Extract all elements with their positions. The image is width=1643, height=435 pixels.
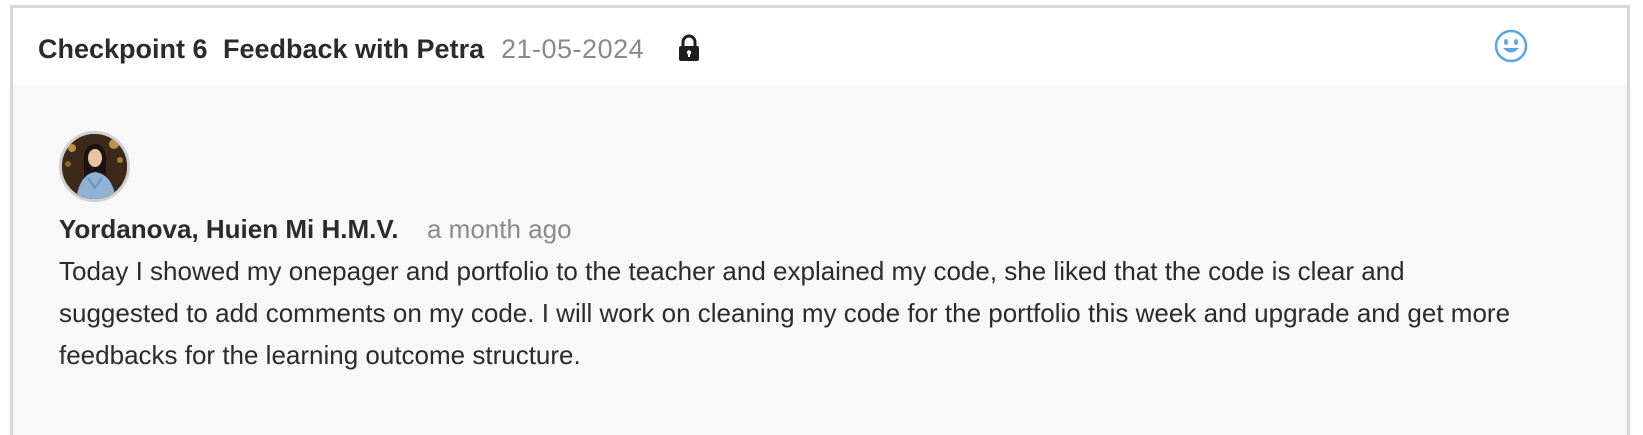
- feedback-title: Feedback with Petra: [223, 34, 485, 64]
- lock-icon: [677, 34, 701, 62]
- comment-body: Yordanova, Huien Mi H.M.V. a month ago T…: [13, 85, 1627, 435]
- checkpoint-label: Checkpoint 6: [38, 34, 208, 64]
- smiley-icon[interactable]: [1494, 29, 1528, 63]
- avatar[interactable]: [59, 131, 130, 202]
- card-header: Checkpoint 6 Feedback with Petra 21-05-2…: [13, 8, 1627, 85]
- feedback-card: Checkpoint 6 Feedback with Petra 21-05-2…: [10, 5, 1630, 435]
- comment-text: Today I showed my onepager and portfolio…: [59, 256, 1511, 370]
- comment-time: a month ago: [427, 214, 572, 244]
- feedback-date: 21-05-2024: [501, 34, 645, 64]
- comment-author: Yordanova, Huien Mi H.M.V.: [59, 214, 399, 244]
